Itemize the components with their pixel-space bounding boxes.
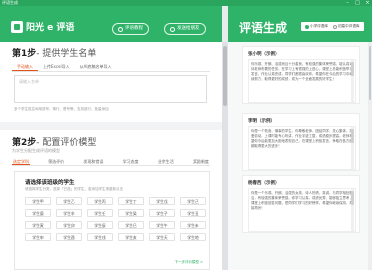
step2-title: 第2步- 配置评价模型 bbox=[12, 135, 96, 148]
student-chip[interactable]: 学生寅 bbox=[25, 221, 51, 229]
logo-icon bbox=[11, 20, 23, 33]
card-subtitle: 请选择学生分类，选择「已选」的学生，若添加学生请重新点击 bbox=[25, 187, 123, 191]
result-card-title: 李明（示例） bbox=[248, 119, 275, 124]
share-icon bbox=[170, 26, 175, 32]
student-chip[interactable]: 学生亥 bbox=[118, 233, 144, 241]
student-chip[interactable]: 学生申 bbox=[25, 233, 51, 241]
student-chip[interactable]: 学生天 bbox=[149, 233, 175, 241]
right-panel: 张小明（示例） 你乐观、开朗、活泼而且十分善良，有较强的集体荣誉感，能认真对待老… bbox=[228, 42, 372, 270]
close-icon[interactable]: × bbox=[365, 0, 370, 6]
student-chip[interactable]: 学生己 bbox=[180, 197, 206, 205]
step1-hint: 多个学生姓名间用逗号、换行、冒号等，支持逐行、批量添加 bbox=[14, 107, 109, 111]
next-step-link[interactable]: 下一步评价模型 > bbox=[174, 260, 203, 265]
student-chip[interactable]: 学生辛 bbox=[56, 209, 82, 217]
left-scrollbar-thumb[interactable] bbox=[223, 46, 227, 106]
tab-ai-import[interactable]: 从AI底稿名单导入 bbox=[75, 62, 117, 71]
result-card: 张小明（示例） 你乐观、开朗、活泼而且十分善良，有较强的集体荣誉感，能认真对待老… bbox=[242, 46, 360, 104]
radio-on-icon bbox=[305, 24, 309, 29]
result-text: 你乐观、开朗、活泼而且十分善良，有较强的集体荣誉感，能认真对待老师布置的任务。在… bbox=[251, 62, 353, 81]
student-chip[interactable]: 学生巳 bbox=[118, 221, 144, 229]
step2-tabs: 选定学科 筛选评价 发现和错误 学习态度 业余生活 奖励制度 bbox=[12, 157, 210, 166]
result-text: 你是一个乐观、开朗、活泼的女孩，待人热情、真诚，与同学相处融洽，有较强的集体荣誉… bbox=[251, 191, 353, 210]
minimize-icon[interactable]: – bbox=[345, 0, 350, 6]
share-button[interactable]: 发送给朋友 bbox=[164, 23, 206, 35]
radio-secondary-label: 初高中评语库 bbox=[337, 24, 360, 28]
result-card-text[interactable]: 你乐观、开朗、活泼而且十分善良，有较强的集体荣誉感，能认真对待老师布置的任务。在… bbox=[248, 59, 356, 103]
step2-number: 第2步 bbox=[12, 138, 37, 148]
section-divider bbox=[0, 122, 222, 130]
student-chip[interactable]: 学生地 bbox=[180, 233, 206, 241]
student-chip[interactable]: 学生丑 bbox=[180, 209, 206, 217]
tutorial-button-label: 评语教程 bbox=[125, 26, 143, 31]
student-chip[interactable]: 学生壬 bbox=[87, 209, 113, 217]
result-scrollbar[interactable] bbox=[351, 60, 354, 102]
result-card: 杨春西（示例） 你是一个乐观、开朗、活泼的女孩，待人热情、真诚，与同学相处融洽，… bbox=[242, 175, 360, 233]
tab-life[interactable]: 业余生活 bbox=[157, 157, 175, 165]
name-list-input[interactable]: 请输入名单 bbox=[14, 75, 207, 103]
student-chip[interactable]: 学生癸 bbox=[118, 209, 144, 217]
tab-manual-input[interactable]: 手动输入 bbox=[12, 62, 38, 71]
tab-errors[interactable]: 发现和错误 bbox=[82, 157, 104, 165]
tutorial-button[interactable]: 评语教程 bbox=[112, 23, 149, 35]
student-chip[interactable]: 学生戌 bbox=[87, 233, 113, 241]
step2-subtitle: 为学生分配生成评语的模型 bbox=[12, 148, 60, 153]
result-scrollbar[interactable] bbox=[351, 127, 354, 169]
step1-title: 第1步- 提供学生名单 bbox=[12, 46, 96, 59]
result-scrollbar[interactable] bbox=[351, 189, 354, 231]
step2-heading: - 配置评价模型 bbox=[36, 138, 97, 148]
student-chip[interactable]: 学生丙 bbox=[87, 197, 113, 205]
left-panel: 第1步- 提供学生名单 手动输入 上传Excel导入 从AI底稿名单导入 请输入… bbox=[0, 42, 222, 270]
step1-tabs: 手动输入 上传Excel导入 从AI底稿名单导入 bbox=[12, 62, 210, 72]
student-chip[interactable]: 学生辰 bbox=[87, 221, 113, 229]
result-card: 李明（示例） 你是一个勤奋、懂事的学生，你尊敬老师，团结同学，关心集体，热爱劳动… bbox=[242, 113, 360, 171]
logo-text: 阳光 e 评语 bbox=[26, 23, 75, 33]
result-card-title: 张小明（示例） bbox=[248, 52, 280, 57]
right-scrollbar[interactable] bbox=[368, 42, 372, 270]
tab-evaluation[interactable]: 筛选评价 bbox=[47, 157, 65, 165]
right-title: 评语生成 bbox=[239, 21, 288, 35]
student-chip[interactable]: 学生午 bbox=[149, 221, 175, 229]
mode-radio-group: 小学评语库 初高中评语库 bbox=[301, 22, 364, 31]
student-select-card: 请选择该班级的学生 请选择学生分类，选择「已选」的学生，若添加学生请重新点击 学… bbox=[14, 171, 210, 270]
right-header: 评语生成 小学评语库 初高中评语库 bbox=[228, 6, 372, 42]
result-text: 你是一个勤奋、懂事的学生，你尊敬老师，团结同学，关心集体，热爱劳动。上课时能专心… bbox=[251, 129, 353, 148]
radio-secondary[interactable]: 初高中评语库 bbox=[331, 24, 362, 29]
name-list-placeholder: 请输入名单 bbox=[19, 79, 39, 84]
share-button-label: 发送给朋友 bbox=[177, 26, 200, 31]
top-header: 阳光 e 评语 评语教程 发送给朋友 bbox=[0, 6, 222, 42]
student-chip[interactable]: 学生丁 bbox=[118, 197, 144, 205]
radio-primary[interactable]: 小学评语库 bbox=[303, 24, 330, 29]
tab-attitude[interactable]: 学习态度 bbox=[122, 157, 140, 165]
radio-primary-label: 小学评语库 bbox=[310, 24, 328, 28]
student-chip[interactable]: 学生庚 bbox=[25, 209, 51, 217]
result-card-text[interactable]: 你是一个勤奋、懂事的学生，你尊敬老师，团结同学，关心集体，热爱劳动。上课时能专心… bbox=[248, 126, 356, 170]
card-title: 请选择该班级的学生 bbox=[25, 180, 75, 186]
student-chip[interactable]: 学生戊 bbox=[149, 197, 175, 205]
tab-excel-import[interactable]: 上传Excel导入 bbox=[38, 62, 75, 71]
student-chip-grid: 学生甲 学生乙 学生丙 学生丁 学生戊 学生己 学生庚 学生辛 学生壬 学生癸 学生子 学生丑 学生寅学… bbox=[25, 197, 206, 241]
tab-subject[interactable]: 选定学科 bbox=[12, 157, 30, 165]
tab-rewards[interactable]: 奖励制度 bbox=[192, 157, 210, 165]
maximize-icon[interactable]: □ bbox=[355, 0, 360, 6]
student-chip[interactable]: 学生子 bbox=[149, 209, 175, 217]
app-window: 评语生成 – □ × 阳光 e 评语 评语教程 发送给朋友 第1步- 提供学生名… bbox=[0, 0, 372, 270]
student-chip[interactable]: 学生甲 bbox=[25, 197, 51, 205]
student-chip[interactable]: 学生酉 bbox=[56, 233, 82, 241]
result-card-title: 杨春西（示例） bbox=[248, 181, 280, 186]
radio-off-icon bbox=[332, 24, 337, 29]
step1-heading: - 提供学生名单 bbox=[36, 49, 97, 59]
result-card-text[interactable]: 你是一个乐观、开朗、活泼的女孩，待人热情、真诚，与同学相处融洽，有较强的集体荣誉… bbox=[248, 188, 356, 232]
student-chip[interactable]: 学生乙 bbox=[56, 197, 82, 205]
step1-number: 第1步 bbox=[12, 49, 37, 59]
play-icon bbox=[118, 26, 123, 32]
student-chip[interactable]: 学生卯 bbox=[56, 221, 82, 229]
student-chip[interactable]: 学生未 bbox=[180, 221, 206, 229]
app-logo: 阳光 e 评语 bbox=[11, 20, 74, 33]
